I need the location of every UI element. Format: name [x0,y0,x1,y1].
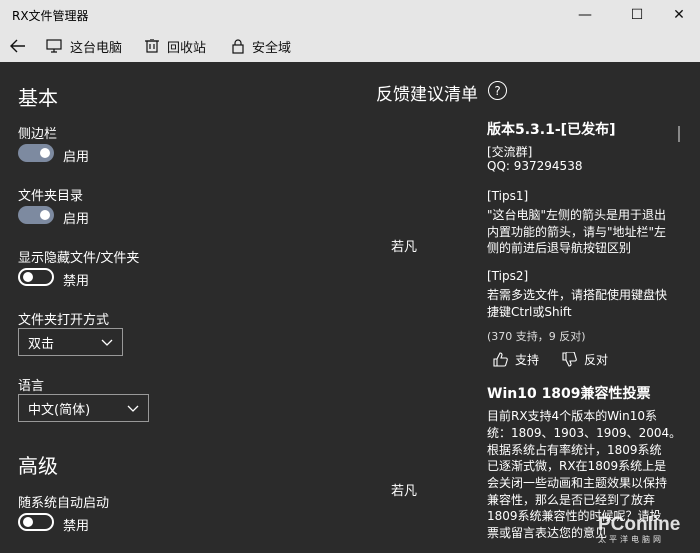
post-text-line: QQ: 937294538 [487,159,583,173]
sidebar-toggle[interactable] [18,144,54,162]
post-text-line: [Tips2] [487,269,529,283]
hidden-files-toggle-state: 禁用 [63,274,90,289]
post-text-line: 票或留言表达您的意见 [487,526,608,540]
feedback-title: 反馈建议清单 [376,85,478,105]
open-mode-label: 文件夹打开方式 [18,313,110,328]
help-button[interactable]: ? [488,81,507,100]
post-text-line: 捷键Ctrl或Shift [487,305,572,319]
open-mode-dropdown[interactable]: 双击 [18,328,123,356]
secure-area-label: 安全域 [252,40,292,56]
app-title: RX文件管理器 [12,9,89,23]
open-mode-value: 双击 [28,336,55,352]
scrollbar-thumb[interactable] [678,126,680,142]
post-author: 若凡 [391,484,418,499]
hidden-files-toggle[interactable] [18,268,54,286]
thumbs-down-icon [562,352,577,367]
title-bar: RX文件管理器 — ☐ ✕ [0,0,700,30]
folder-tree-toggle[interactable] [18,206,54,224]
post-text-line: 侧的前进后退导航按钮区别 [487,241,632,255]
oppose-label: 反对 [584,353,609,367]
post-text-line: 已逐渐式微，RX在1809系统上是 [487,459,667,473]
watermark-main: PConline [598,514,681,535]
auto-start-label: 随系统自动启动 [18,496,110,511]
close-button[interactable]: ✕ [656,0,700,30]
secure-area-button[interactable]: 安全域 [232,30,291,62]
post-text-line: 兼容性，那么是否已经到了放弃 [487,493,656,507]
post-author: 若凡 [391,240,418,255]
post-text-line: 会关闭一些动画和主题效果以保持 [487,476,668,490]
post-text-line: [交流群] [487,145,533,159]
language-dropdown[interactable]: 中文(简体) [18,394,149,422]
basic-section-title: 基本 [18,86,58,110]
recycle-bin-label: 回收站 [167,40,207,56]
sidebar-toggle-state: 启用 [63,150,90,165]
this-pc-label: 这台电脑 [70,40,123,56]
post-text-line: "这台电脑"左侧的箭头是用于退出 [487,208,667,222]
monitor-icon [46,39,62,53]
help-icon: ? [494,83,501,98]
post-text-line: 统：1809、1903、1909、2004。 [487,426,682,440]
post-text-line: [Tips1] [487,189,529,203]
toolbar: 这台电脑 回收站 安全域 [0,30,700,83]
language-value: 中文(简体) [28,402,91,418]
support-label: 支持 [515,353,540,367]
watermark-logo: PConline 太平洋电脑网 [598,514,680,545]
close-icon: ✕ [673,7,685,23]
folder-tree-label: 文件夹目录 [18,189,84,204]
thumbs-up-icon [493,352,508,367]
post-title: Win10 1809兼容性投票 [487,386,651,402]
back-button[interactable] [10,30,30,62]
oppose-button[interactable]: 反对 [562,351,608,368]
chevron-down-icon [101,339,113,346]
recycle-bin-icon [145,39,159,53]
post-text-line: 根据系统占有率统计，1809系统 [487,443,662,457]
arrow-left-icon [10,39,25,53]
language-label: 语言 [18,379,45,394]
auto-start-toggle[interactable] [18,513,54,531]
chevron-down-icon [127,405,139,412]
support-button[interactable]: 支持 [493,351,539,368]
maximize-button[interactable]: ☐ [614,0,660,30]
folder-tree-toggle-state: 启用 [63,212,90,227]
recycle-bin-button[interactable]: 回收站 [145,30,206,62]
post-text-line: 目前RX支持4个版本的Win10系 [487,409,658,423]
maximize-icon: ☐ [630,7,644,23]
post-title: 版本5.3.1-[已发布] [487,122,616,138]
minimize-button[interactable]: — [562,0,608,30]
minimize-icon: — [578,7,592,23]
this-pc-button[interactable]: 这台电脑 [46,30,122,62]
sidebar-label: 侧边栏 [18,127,58,142]
hidden-files-label: 显示隐藏文件/文件夹 [18,251,140,266]
post-text-line: 内置功能的箭头，请与"地址栏"左 [487,225,667,239]
advanced-section-title: 高级 [18,454,58,478]
vote-stats: (370 支持，9 反对) [487,330,586,343]
auto-start-toggle-state: 禁用 [63,519,90,534]
settings-page: 基本 侧边栏 启用 文件夹目录 启用 显示隐藏文件/文件夹 禁用 文件夹打开方式… [0,62,700,553]
post-text-line: 若需多选文件，请搭配使用键盘快 [487,288,668,302]
lock-icon [232,38,244,54]
